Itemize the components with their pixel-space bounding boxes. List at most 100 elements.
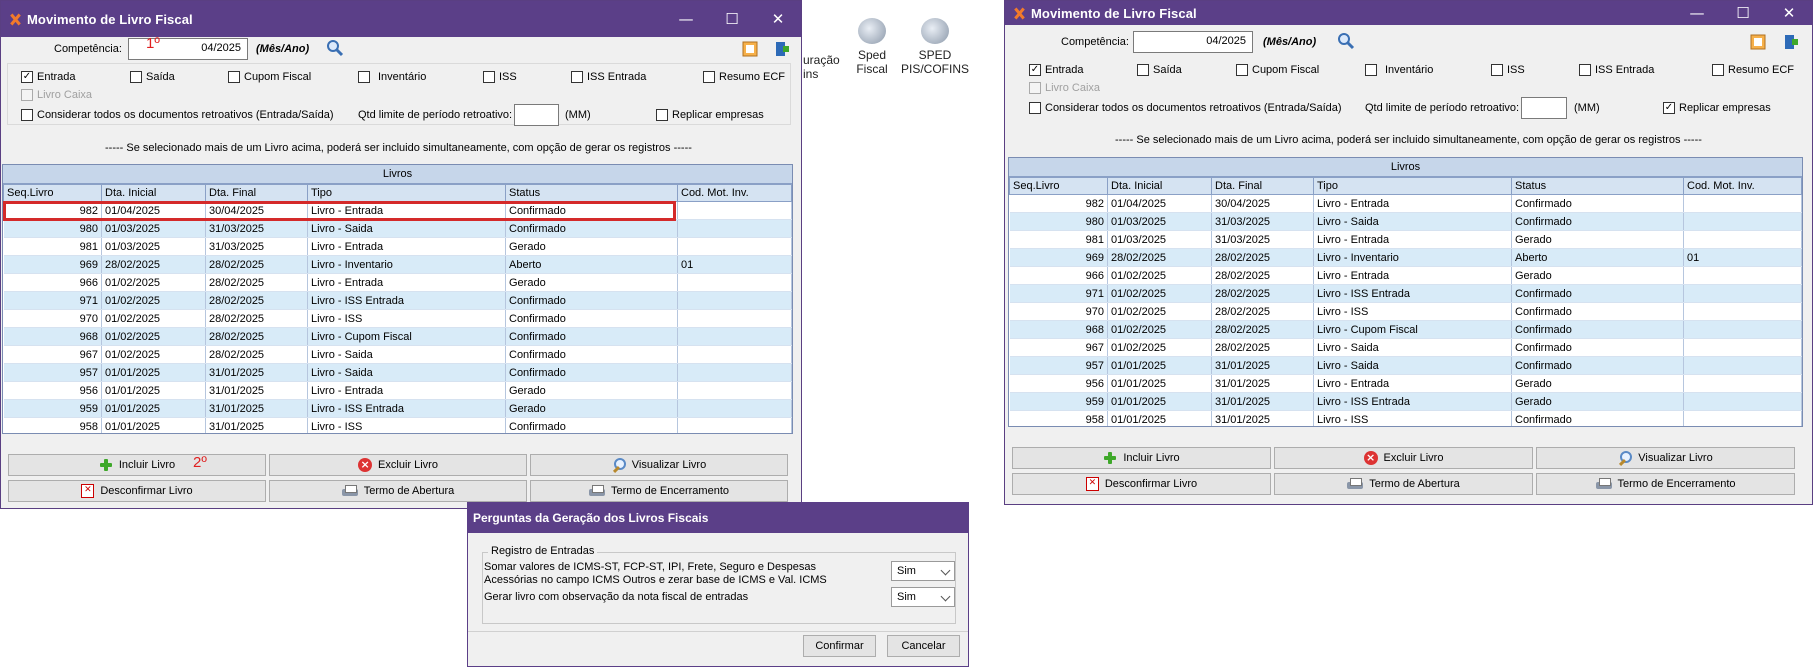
table-row[interactable]: 981 01/03/2025 31/03/2025 Livro - Entrada Ge… — [1009, 230, 1802, 249]
table-cell: Gerado — [505, 399, 678, 418]
incluir-livro-button[interactable]: Incluir Livro — [8, 454, 266, 476]
table-row[interactable]: 958 01/01/2025 31/01/2025 Livro - ISS Confir… — [1009, 410, 1802, 426]
col-seq-livro[interactable]: Seq.Livro — [3, 184, 102, 202]
table-row[interactable]: 969 28/02/2025 28/02/2025 Livro - Inventari… — [1009, 248, 1802, 267]
inventario-checkbox[interactable] — [1365, 64, 1377, 76]
col-seq-livro[interactable]: Seq.Livro — [1009, 177, 1108, 195]
close-button[interactable]: ✕ — [755, 1, 801, 37]
table-row[interactable]: 966 01/02/2025 28/02/2025 Livro - Entrada Ge… — [3, 273, 792, 292]
col-status[interactable]: Status — [1511, 177, 1684, 195]
table-row[interactable]: 957 01/01/2025 31/01/2025 Livro - Saida Conf… — [1009, 356, 1802, 375]
termo-encerramento-button[interactable]: Termo de Encerramento — [1536, 473, 1795, 495]
considerar-retroativos-checkbox[interactable] — [1029, 102, 1041, 114]
table-row[interactable]: 956 01/01/2025 31/01/2025 Livro - Entrada Ge… — [1009, 374, 1802, 393]
visualizar-livro-button[interactable]: Visualizar Livro — [530, 454, 788, 476]
answer1-select[interactable]: Sim — [891, 561, 955, 581]
table-row[interactable]: 980 01/03/2025 31/03/2025 Livro - Saida Conf… — [1009, 212, 1802, 231]
maximize-button[interactable]: ☐ — [1720, 1, 1766, 25]
minimize-button[interactable]: — — [1674, 1, 1720, 25]
table-row[interactable]: 981 01/03/2025 31/03/2025 Livro - Entrada Ge… — [3, 237, 792, 256]
excluir-livro-button[interactable]: × Excluir Livro — [1274, 447, 1533, 469]
col-status[interactable]: Status — [505, 184, 678, 202]
table-row[interactable]: 966 01/02/2025 28/02/2025 Livro - Entrada Ge… — [1009, 266, 1802, 285]
iss-entrada-checkbox[interactable] — [571, 71, 583, 83]
search-icon[interactable] — [326, 39, 344, 57]
col-dta-inicial[interactable]: Dta. Inicial — [1107, 177, 1212, 195]
col-dta-inicial[interactable]: Dta. Inicial — [101, 184, 206, 202]
resumo-ecf-checkbox[interactable] — [703, 71, 715, 83]
table-row[interactable]: 957 01/01/2025 31/01/2025 Livro - Saida Conf… — [3, 363, 792, 382]
search-icon[interactable] — [1337, 32, 1355, 50]
saida-checkbox[interactable] — [130, 71, 142, 83]
grid-body: 982 01/04/2025 30/04/2025 Livro - Entrada Co… — [1009, 194, 1802, 426]
livro-caixa-checkbox — [21, 89, 33, 101]
table-row[interactable]: 956 01/01/2025 31/01/2025 Livro - Entrada Ge… — [3, 381, 792, 400]
table-row[interactable]: 982 01/04/2025 30/04/2025 Livro - Entrada Co… — [1009, 194, 1802, 213]
col-dta-final[interactable]: Dta. Final — [205, 184, 308, 202]
table-row[interactable]: 959 01/01/2025 31/01/2025 Livro - ISS Entra… — [1009, 392, 1802, 411]
considerar-retroativos-checkbox[interactable] — [21, 109, 33, 121]
qtd-limite-input[interactable] — [1521, 97, 1567, 119]
minimize-button[interactable]: — — [663, 1, 709, 37]
table-row[interactable]: 968 01/02/2025 28/02/2025 Livro - Cupom Fis… — [1009, 320, 1802, 339]
apuracao-button[interactable]: uração ins — [803, 53, 840, 81]
replicar-empresas-checkbox[interactable] — [656, 109, 668, 121]
desconfirmar-livro-button[interactable]: ✕ Desconfirmar Livro — [1012, 473, 1271, 495]
iss-checkbox[interactable] — [483, 71, 495, 83]
table-row[interactable]: 967 01/02/2025 28/02/2025 Livro - Saida Conf… — [3, 345, 792, 364]
table-cell: 31/01/2025 — [205, 363, 308, 382]
inventario-checkbox[interactable] — [358, 71, 370, 83]
entrada-checkbox[interactable]: ✓ — [1029, 64, 1041, 76]
cupom-fiscal-checkbox[interactable] — [228, 71, 240, 83]
sped-pis-cofins-button[interactable]: SPED PIS/COFINS — [900, 18, 970, 76]
iss-entrada-checkbox[interactable] — [1579, 64, 1591, 76]
competencia-input[interactable]: 04/2025 — [1133, 31, 1253, 53]
col-cod-mot-inv[interactable]: Cod. Mot. Inv. — [677, 184, 792, 202]
table-cell: 31/03/2025 — [1211, 212, 1314, 231]
magnifier-icon — [1618, 451, 1633, 465]
exit-icon[interactable] — [1783, 34, 1799, 50]
termo-encerramento-button[interactable]: Termo de Encerramento — [530, 480, 788, 502]
table-row[interactable]: 980 01/03/2025 31/03/2025 Livro - Saida Conf… — [3, 219, 792, 238]
col-cod-mot-inv[interactable]: Cod. Mot. Inv. — [1683, 177, 1802, 195]
excluir-livro-button[interactable]: × Excluir Livro — [269, 454, 527, 476]
table-row[interactable]: 968 01/02/2025 28/02/2025 Livro - Cupom Fis… — [3, 327, 792, 346]
table-row[interactable]: 969 28/02/2025 28/02/2025 Livro - Inventari… — [3, 255, 792, 274]
table-cell: 31/03/2025 — [1211, 230, 1314, 249]
table-cell: Aberto — [1511, 248, 1684, 267]
maximize-button[interactable]: ☐ — [709, 1, 755, 37]
qtd-limite-input[interactable] — [514, 104, 559, 126]
entrada-checkbox[interactable]: ✓ — [21, 71, 33, 83]
table-row[interactable]: 971 01/02/2025 28/02/2025 Livro - ISS Entra… — [3, 291, 792, 310]
desconfirmar-livro-button[interactable]: ✕ Desconfirmar Livro — [8, 480, 266, 502]
table-row[interactable]: 959 01/01/2025 31/01/2025 Livro - ISS Entra… — [3, 399, 792, 418]
iss-checkbox[interactable] — [1491, 64, 1503, 76]
close-button[interactable]: ✕ — [1766, 1, 1812, 25]
cancelar-button[interactable]: Cancelar — [887, 635, 960, 657]
table-row[interactable]: 967 01/02/2025 28/02/2025 Livro - Saida Conf… — [1009, 338, 1802, 357]
export-icon[interactable] — [1750, 34, 1766, 50]
termo-abertura-button[interactable]: Termo de Abertura — [269, 480, 527, 502]
replicar-empresas-checkbox[interactable]: ✓ — [1663, 102, 1675, 114]
sped-fiscal-button[interactable]: Sped Fiscal — [847, 18, 897, 76]
incluir-livro-button[interactable]: Incluir Livro — [1012, 447, 1271, 469]
col-tipo[interactable]: Tipo — [307, 184, 506, 202]
answer2-select[interactable]: Sim — [891, 587, 955, 607]
resumo-ecf-checkbox[interactable] — [1712, 64, 1724, 76]
table-cell: 01/02/2025 — [1107, 338, 1212, 357]
exit-icon[interactable] — [774, 41, 790, 57]
table-row[interactable]: 958 01/01/2025 31/01/2025 Livro - ISS Confir… — [3, 417, 792, 433]
saida-checkbox[interactable] — [1137, 64, 1149, 76]
table-cell: 01/02/2025 — [101, 327, 206, 346]
col-tipo[interactable]: Tipo — [1313, 177, 1512, 195]
confirmar-button[interactable]: Confirmar — [803, 635, 876, 657]
termo-abertura-button[interactable]: Termo de Abertura — [1274, 473, 1533, 495]
table-cell: 28/02/2025 — [1211, 248, 1314, 267]
table-row[interactable]: 970 01/02/2025 28/02/2025 Livro - ISS Confir… — [3, 309, 792, 328]
col-dta-final[interactable]: Dta. Final — [1211, 177, 1314, 195]
visualizar-livro-button[interactable]: Visualizar Livro — [1536, 447, 1795, 469]
export-icon[interactable] — [742, 41, 758, 57]
cupom-fiscal-checkbox[interactable] — [1236, 64, 1248, 76]
table-row[interactable]: 970 01/02/2025 28/02/2025 Livro - ISS Confir… — [1009, 302, 1802, 321]
table-row[interactable]: 971 01/02/2025 28/02/2025 Livro - ISS Entra… — [1009, 284, 1802, 303]
